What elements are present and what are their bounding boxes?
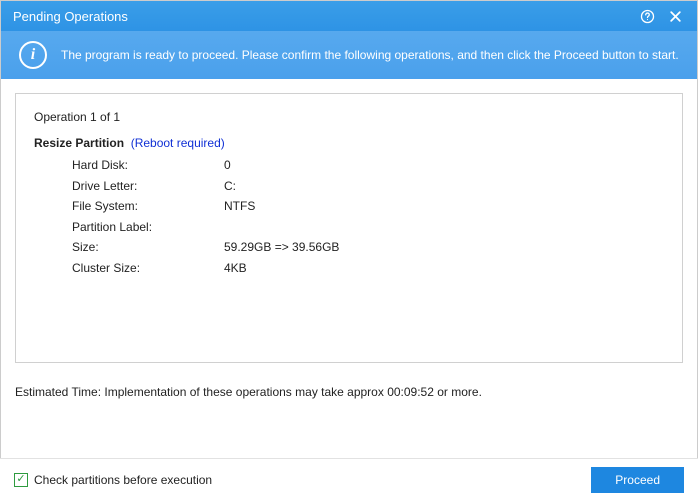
prop-label: Partition Label:	[72, 218, 222, 237]
footer-bar: ✓ Check partitions before execution Proc…	[0, 458, 698, 500]
table-row: File System: NTFS	[72, 197, 339, 216]
table-row: Cluster Size: 4KB	[72, 259, 339, 278]
operation-counter: Operation 1 of 1	[34, 110, 664, 124]
info-message: The program is ready to proceed. Please …	[61, 48, 679, 62]
prop-value: 0	[224, 156, 339, 175]
table-row: Size: 59.29GB => 39.56GB	[72, 238, 339, 257]
prop-value	[224, 218, 339, 237]
checkbox-label: Check partitions before execution	[34, 473, 212, 487]
table-row: Hard Disk: 0	[72, 156, 339, 175]
prop-value: 4KB	[224, 259, 339, 278]
info-banner: i The program is ready to proceed. Pleas…	[1, 31, 697, 79]
prop-label: File System:	[72, 197, 222, 216]
checkmark-icon: ✓	[14, 473, 28, 487]
help-icon[interactable]	[633, 2, 661, 30]
prop-value: NTFS	[224, 197, 339, 216]
operation-note: (Reboot required)	[131, 136, 225, 150]
prop-value: 59.29GB => 39.56GB	[224, 238, 339, 257]
titlebar: Pending Operations	[1, 1, 697, 31]
table-row: Drive Letter: C:	[72, 177, 339, 196]
operation-name: Resize Partition	[34, 136, 124, 150]
check-partitions-checkbox[interactable]: ✓ Check partitions before execution	[14, 473, 212, 487]
info-icon: i	[19, 41, 47, 69]
close-icon[interactable]	[661, 2, 689, 30]
prop-label: Cluster Size:	[72, 259, 222, 278]
operation-properties: Hard Disk: 0 Drive Letter: C: File Syste…	[70, 154, 341, 280]
prop-label: Drive Letter:	[72, 177, 222, 196]
table-row: Partition Label:	[72, 218, 339, 237]
operation-details-box: Operation 1 of 1 Resize Partition (Reboo…	[15, 93, 683, 363]
estimated-time: Estimated Time: Implementation of these …	[15, 385, 683, 399]
prop-value: C:	[224, 177, 339, 196]
proceed-button[interactable]: Proceed	[591, 467, 684, 493]
content-area: Operation 1 of 1 Resize Partition (Reboo…	[1, 79, 697, 409]
prop-label: Size:	[72, 238, 222, 257]
prop-label: Hard Disk:	[72, 156, 222, 175]
window-title: Pending Operations	[13, 9, 633, 24]
operation-title-row: Resize Partition (Reboot required)	[34, 136, 664, 150]
